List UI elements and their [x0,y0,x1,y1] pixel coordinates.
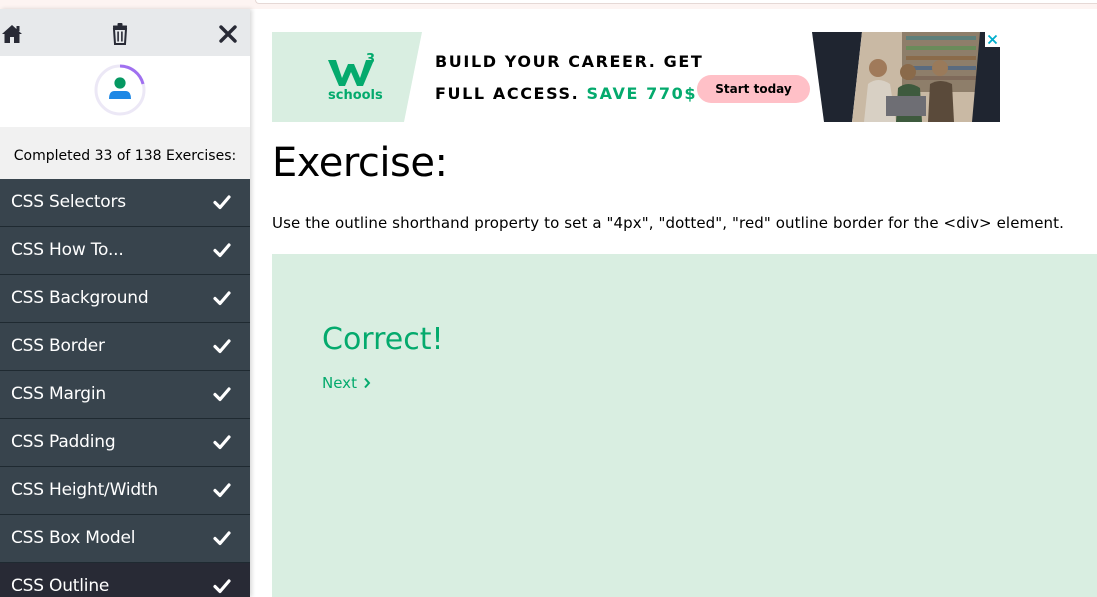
checkmark-icon [213,579,231,594]
checkmark-icon [213,243,231,258]
checkmark-icon [213,387,231,402]
logo-superscript: 3 [366,52,376,67]
sidebar-item-label: CSS How To... [11,240,124,260]
sidebar-item-label: CSS Height/Width [11,480,158,500]
top-strip-edge [255,0,1097,4]
sidebar-item-css-how-to[interactable]: CSS How To... [0,227,250,275]
sidebar-toolbar [0,9,250,56]
exercise-topic-list: CSS Selectors CSS How To... CSS Backgrou… [0,179,250,597]
progress-text: Completed 33 of 138 Exercises: [0,127,250,179]
checkmark-icon [213,531,231,546]
avatar [94,64,146,116]
sidebar-item-label: CSS Margin [11,384,106,404]
chevron-right-icon [364,377,371,389]
ad-headline-2: FULL ACCESS. SAVE 770$ [435,84,697,103]
result-panel: Correct! Next [272,254,1097,597]
logo-text: schools [328,88,383,103]
next-link[interactable]: Next [322,374,371,392]
browser-top-strip [0,0,1097,9]
checkmark-icon [213,435,231,450]
sidebar-item-css-margin[interactable]: CSS Margin [0,371,250,419]
sidebar-item-css-selectors[interactable]: CSS Selectors [0,179,250,227]
checkmark-icon [213,291,231,306]
result-title: Correct! [322,322,444,357]
checkmark-icon [213,483,231,498]
sidebar-item-label: CSS Background [11,288,149,308]
sidebar-item-css-background[interactable]: CSS Background [0,275,250,323]
home-icon[interactable] [0,22,24,46]
sidebar-item-label: CSS Selectors [11,192,126,212]
close-icon[interactable] [216,22,240,46]
trash-icon[interactable] [108,22,132,46]
next-label: Next [322,374,357,392]
avatar-area [0,56,250,127]
ad-banner[interactable]: 3 schools BUILD YOUR CAREER. GET FULL AC… [272,32,1000,122]
sidebar-item-css-border[interactable]: CSS Border [0,323,250,371]
checkmark-icon [213,339,231,354]
ad-save-amount: SAVE 770$ [586,84,698,103]
sidebar-item-label: CSS Box Model [11,528,136,548]
sidebar-item-css-outline[interactable]: CSS Outline [0,563,250,597]
exercise-sidebar: Completed 33 of 138 Exercises: CSS Selec… [0,9,250,597]
start-today-button[interactable]: Start today [697,75,810,103]
sidebar-item-css-height-width[interactable]: CSS Height/Width [0,467,250,515]
ad-close-icon[interactable] [985,32,1000,47]
ad-headline-2-prefix: FULL ACCESS. [435,84,580,103]
sidebar-item-label: CSS Padding [11,432,116,452]
page-title: Exercise: [272,140,448,186]
sidebar-item-label: CSS Border [11,336,105,356]
ad-headline-1: BUILD YOUR CAREER. GET [435,52,704,71]
sidebar-item-css-padding[interactable]: CSS Padding [0,419,250,467]
exercise-instruction: Use the outline shorthand property to se… [272,214,1065,232]
sidebar-item-css-box-model[interactable]: CSS Box Model [0,515,250,563]
checkmark-icon [213,195,231,210]
sidebar-item-label: CSS Outline [11,576,110,596]
ad-photo-image [812,32,1000,122]
